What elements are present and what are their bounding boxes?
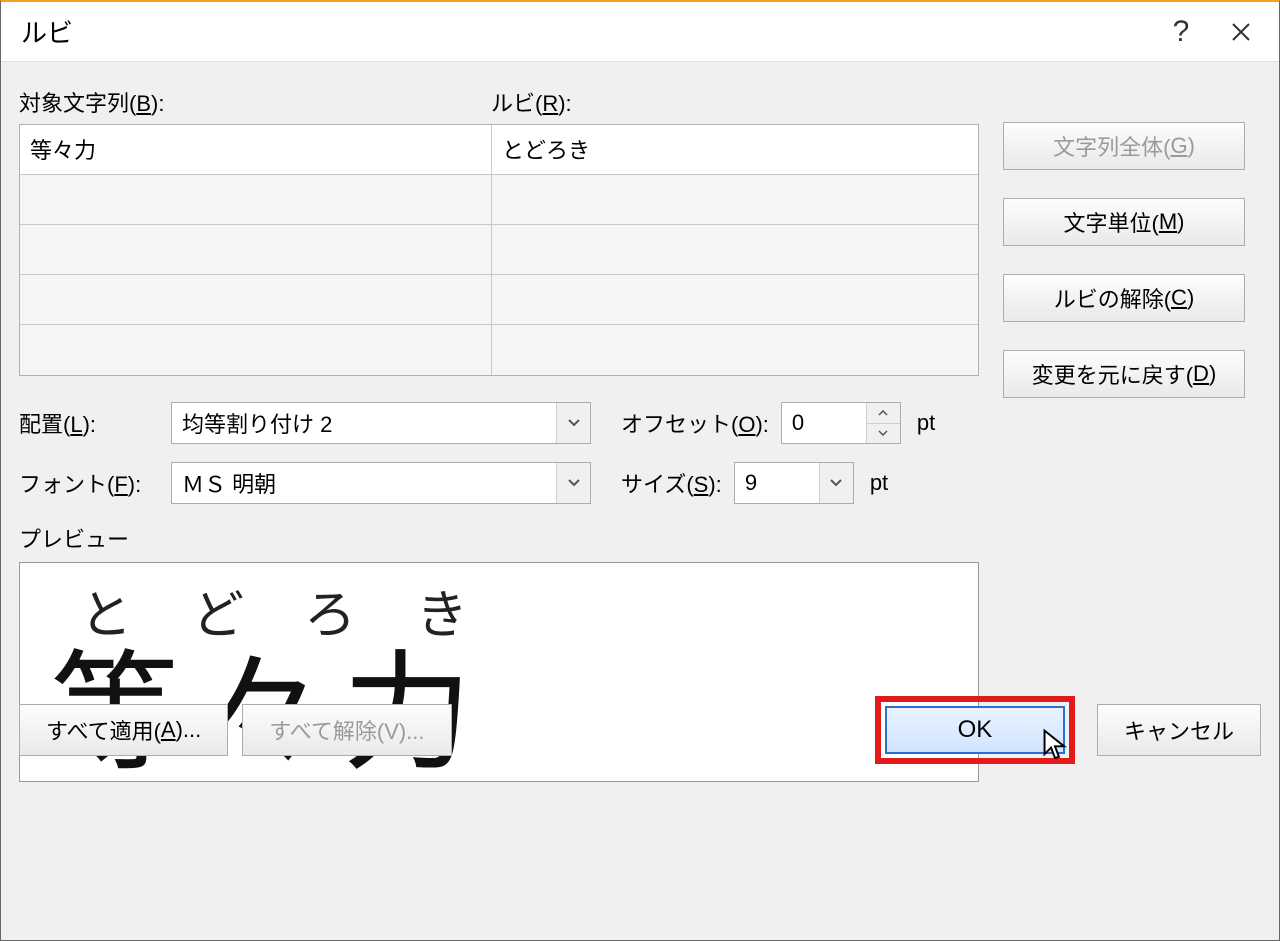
ruby-grid: 等々力 とどろき <box>19 124 979 376</box>
close-icon <box>1230 21 1252 43</box>
ok-label: OK <box>958 716 993 744</box>
base-text-input[interactable] <box>20 175 492 224</box>
font-label: フォント(F): <box>19 467 159 499</box>
dialog-body: 対象文字列(B): ルビ(R): 等々力 とどろき <box>1 62 1279 782</box>
offset-label: オフセット(O): <box>621 407 769 439</box>
size-combo[interactable]: 9 <box>734 462 854 504</box>
clear-all-button[interactable]: すべて解除(V)... <box>242 704 451 756</box>
ok-button[interactable]: OK <box>885 706 1065 754</box>
alignment-label: 配置(L): <box>19 407 159 439</box>
ruby-text-input[interactable]: とどろき <box>492 125 978 174</box>
font-combo[interactable]: ＭＳ 明朝 <box>171 462 591 504</box>
offset-value: 0 <box>782 410 866 436</box>
ruby-dialog: ルビ ? 対象文字列(B): ルビ(R): 等々力 とどろき <box>0 0 1280 941</box>
preview-label: プレビュー <box>19 522 979 554</box>
base-text-input[interactable] <box>20 325 492 375</box>
offset-unit: pt <box>917 410 935 436</box>
size-value: 9 <box>735 470 819 496</box>
preview-ruby-text: とどろき <box>80 573 948 648</box>
spinner-down-icon[interactable] <box>867 424 900 444</box>
bottom-bar: すべて適用(A)... すべて解除(V)... OK キャンセル <box>19 696 1261 764</box>
ruby-text-input[interactable] <box>492 225 978 274</box>
cancel-button[interactable]: キャンセル <box>1097 704 1261 756</box>
table-row <box>20 175 978 225</box>
ruby-text-input[interactable] <box>492 175 978 224</box>
base-text-input[interactable]: 等々力 <box>20 125 492 174</box>
size-unit: pt <box>870 470 888 496</box>
base-text-input[interactable] <box>20 225 492 274</box>
base-text-label: 対象文字列(B): <box>19 86 491 118</box>
chevron-down-icon <box>556 463 590 503</box>
table-row: 等々力 とどろき <box>20 125 978 175</box>
ok-highlight: OK <box>875 696 1075 764</box>
help-button[interactable]: ? <box>1151 2 1211 62</box>
side-button-column: 文字列全体(G) 文字単位(M) ルビの解除(C) 変更を元に戻す(D) <box>1003 86 1245 782</box>
titlebar: ルビ ? <box>1 2 1279 62</box>
chevron-down-icon <box>819 463 853 503</box>
dialog-title: ルビ <box>21 13 1151 50</box>
ruby-table-area: 対象文字列(B): ルビ(R): 等々力 とどろき <box>19 86 979 782</box>
size-label: サイズ(S): <box>621 467 722 499</box>
cursor-icon <box>1041 728 1069 762</box>
font-value: ＭＳ 明朝 <box>172 467 556 499</box>
ruby-text-input[interactable] <box>492 275 978 324</box>
close-button[interactable] <box>1211 2 1271 62</box>
clear-ruby-button[interactable]: ルビの解除(C) <box>1003 274 1245 322</box>
mono-unit-button[interactable]: 文字単位(M) <box>1003 198 1245 246</box>
alignment-combo[interactable]: 均等割り付け 2 <box>171 402 591 444</box>
table-row <box>20 225 978 275</box>
base-text-input[interactable] <box>20 275 492 324</box>
spinner-up-icon[interactable] <box>867 403 900 424</box>
alignment-value: 均等割り付け 2 <box>172 407 556 439</box>
table-row <box>20 275 978 325</box>
table-row <box>20 325 978 375</box>
chevron-down-icon <box>556 403 590 443</box>
apply-all-button[interactable]: すべて適用(A)... <box>19 704 228 756</box>
whole-string-button[interactable]: 文字列全体(G) <box>1003 122 1245 170</box>
ruby-text-label: ルビ(R): <box>491 86 572 118</box>
reset-changes-button[interactable]: 変更を元に戻す(D) <box>1003 350 1245 398</box>
offset-spinner[interactable]: 0 <box>781 402 901 444</box>
ruby-text-input[interactable] <box>492 325 978 375</box>
